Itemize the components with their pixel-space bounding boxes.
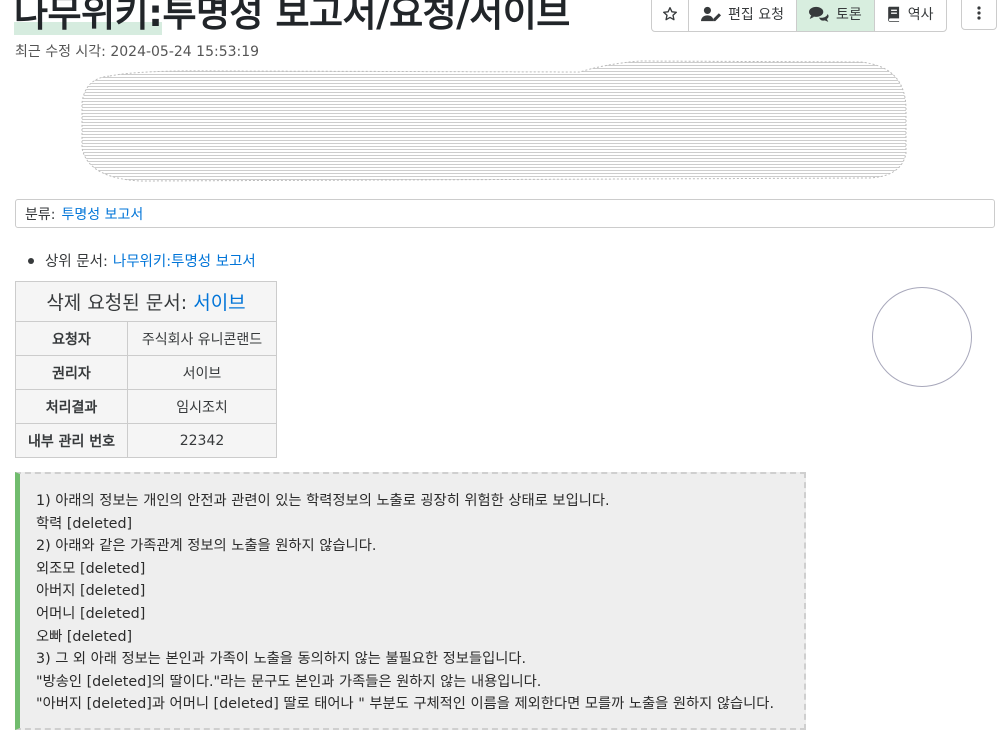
history-label: 역사	[907, 7, 934, 23]
more-options-button[interactable]	[961, 0, 997, 30]
vertical-ellipsis-icon	[977, 6, 981, 20]
row-key: 내부 관리 번호	[15, 423, 128, 458]
loading-circle	[872, 287, 972, 387]
edit-request-label: 편집 요청	[728, 7, 784, 23]
star-icon	[663, 6, 677, 21]
row-key: 권리자	[15, 355, 128, 390]
notice-line: 2) 아래와 같은 가족관계 정보의 노출을 원하지 않습니다.	[36, 538, 377, 555]
row-key: 처리결과	[15, 389, 128, 424]
category-label: 분류:	[25, 206, 56, 223]
parent-document-item: 상위 문서: 나무위키:투명성 보고서	[28, 250, 256, 271]
book-icon	[887, 6, 899, 22]
table-heading: 삭제 요청된 문서: 서이브	[15, 281, 277, 322]
table-row: 처리결과 임시조치	[15, 389, 277, 424]
notice-line: 어머니 [deleted]	[36, 605, 146, 622]
deletion-request-table: 삭제 요청된 문서: 서이브 요청자 주식회사 유니콘랜드 권리자 서이브 처리…	[15, 281, 277, 458]
notice-line: 3) 그 외 아래 정보는 본인과 가족이 노출을 동의하지 않는 불필요한 정…	[36, 651, 527, 668]
row-key: 요청자	[15, 321, 128, 356]
category-link[interactable]: 투명성 보고서	[61, 204, 143, 224]
notice-line: 1) 아래의 정보는 개인의 안전과 관련이 있는 학력정보의 노출로 굉장히 …	[36, 493, 610, 509]
requested-document-link[interactable]: 서이브	[193, 292, 245, 314]
discussion-button[interactable]: 토론	[795, 0, 874, 31]
row-value: 주식회사 유니콘랜드	[127, 321, 277, 356]
notice-line: 외조모 [deleted]	[36, 560, 146, 577]
comments-icon	[808, 6, 829, 22]
row-value: 22342	[127, 423, 277, 458]
table-heading-label: 삭제 요청된 문서:	[46, 292, 188, 314]
category-box: 분류: 투명성 보고서	[15, 199, 995, 228]
list-bullet	[28, 257, 34, 264]
document-toolbar: 편집 요청 토론 역사	[651, 0, 947, 32]
parent-document-label: 상위 문서:	[45, 254, 108, 270]
edit-request-button[interactable]: 편집 요청	[688, 0, 796, 31]
table-row: 요청자 주식회사 유니콘랜드	[15, 321, 277, 356]
discussion-label: 토론	[835, 7, 862, 23]
notice-line: 오빠 [deleted]	[36, 628, 133, 645]
request-notice-box: 1) 아래의 정보는 개인의 안전과 관련이 있는 학력정보의 노출로 굉장히 …	[15, 472, 806, 730]
row-value: 서이브	[127, 355, 277, 390]
page-title-namespace: 나무위키:	[14, 0, 163, 35]
table-row: 권리자 서이브	[15, 355, 277, 390]
star-button[interactable]	[652, 0, 688, 31]
notice-line: "방송인 [deleted]의 딸이다."라는 문구도 본인과 가족들은 원하지…	[36, 673, 542, 690]
notice-line: 아버지 [deleted]	[36, 583, 146, 600]
page-title-name: 투명성 보고서/요청/서이브	[162, 0, 570, 35]
table-row: 내부 관리 번호 22342	[15, 423, 277, 458]
user-edit-icon	[701, 6, 721, 22]
page-title: 나무위키:투명성 보고서/요청/서이브	[14, 0, 570, 38]
notice-line: "아버지 [deleted]과 어머니 [deleted] 딸로 태어나 " 부…	[36, 696, 774, 713]
history-button[interactable]: 역사	[873, 0, 946, 31]
ad-banner-placeholder	[81, 60, 907, 182]
notice-line: 학력 [deleted]	[36, 515, 133, 532]
parent-document-link[interactable]: 나무위키:투명성 보고서	[113, 250, 256, 271]
row-value: 임시조치	[127, 389, 277, 424]
